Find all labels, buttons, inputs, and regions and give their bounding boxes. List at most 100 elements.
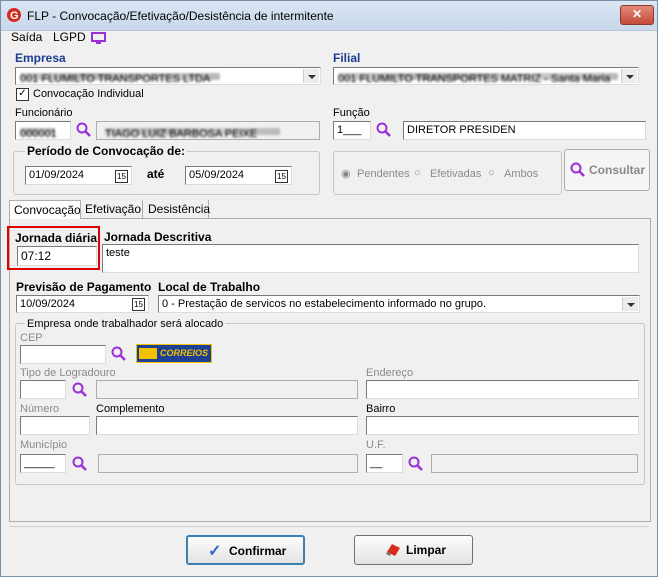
main-window: G FLP - Convocação/Efetivação/Desistênci… [0,0,658,577]
menu-saida[interactable]: Saída [11,30,42,44]
uf-name [431,454,638,473]
tab-convocacao[interactable]: Convocação [9,200,81,220]
monitor-icon[interactable] [91,32,106,45]
search-icon[interactable] [111,346,127,362]
funcao-name-input: DIRETOR PRESIDEN [403,121,646,140]
funcionario-name-input: TIAGO LUIZ BARBOSA PEIXE [96,121,320,140]
bottom-divider [9,526,649,527]
radio-efetivadas[interactable]: ○ [414,167,421,179]
menu-bar: Saída LGPD [1,30,657,48]
uf-code: __ [370,457,383,469]
empresa-select[interactable]: 001 FLUMILTO TRANSPORTES LTDA [15,67,321,85]
funcionario-code: 000001 [20,128,57,140]
close-button[interactable]: ✕ [620,5,654,25]
municipio-code: _____ [24,457,55,469]
periodo-ate-label: até [147,167,165,181]
consultar-label: Consultar [589,163,646,177]
chevron-down-icon[interactable] [621,69,637,83]
empresa-label: Empresa [15,51,66,65]
municipio-label: Município [20,439,68,451]
tipo-logradouro-input[interactable] [20,380,66,399]
previsao-input[interactable]: 10/09/2024 15 [16,295,149,313]
consultar-button[interactable]: Consultar [564,149,650,191]
municipio-name [98,454,358,473]
menu-lgpd[interactable]: LGPD [53,30,86,44]
endereco-input[interactable] [366,380,639,399]
limpar-button[interactable]: Limpar [354,535,473,565]
search-icon [570,162,585,177]
search-icon[interactable] [408,456,424,472]
empresa-value: 001 FLUMILTO TRANSPORTES LTDA [20,73,220,84]
previsao-label: Previsão de Pagamento [16,280,152,294]
cep-label: CEP [20,332,43,344]
periodo-de-input[interactable]: 01/09/2024 15 [25,166,132,185]
radio-ambos[interactable]: ○ [488,167,495,179]
correios-mark-icon [139,348,157,359]
complemento-label: Complemento [96,403,165,415]
bairro-label: Bairro [366,403,396,415]
calendar-icon[interactable]: 15 [115,170,128,183]
tab-desistencia[interactable]: Desistência [144,200,211,219]
funcao-code-input[interactable]: 1___ [333,121,371,140]
local-select[interactable]: 0 - Prestação de servicos no estabelecim… [158,295,640,313]
local-label: Local de Trabalho [158,280,261,294]
jornada-descritiva-value: teste [106,247,130,259]
filial-select[interactable]: 001 FLUMILTO TRANSPORTES MATRIZ - Santa … [333,67,639,85]
convocacao-individual-label: Convocação Individual [33,88,144,100]
jornada-diaria-input[interactable]: 07:12 [17,246,97,266]
checkmark-icon: ✓ [208,543,222,560]
tipo-logradouro-desc [96,380,358,399]
correios-label: CORREIOS [160,348,209,358]
municipio-code-input[interactable]: _____ [20,454,66,473]
numero-label: Número [20,403,60,415]
funcao-label: Função [333,107,370,119]
filial-value: 001 FLUMILTO TRANSPORTES MATRIZ - Santa … [338,73,618,84]
periodo-ate-input[interactable]: 05/09/2024 15 [185,166,292,185]
confirmar-button[interactable]: ✓ Confirmar [186,535,305,565]
periodo-de-value: 01/09/2024 [29,169,85,181]
convocacao-individual-checkbox[interactable]: ✓ [16,88,29,101]
uf-code-input[interactable]: __ [366,454,403,473]
local-value: 0 - Prestação de servicos no estabelecim… [162,298,487,310]
chevron-down-icon[interactable] [622,297,638,311]
alocado-group-label: Empresa onde trabalhador será alocado [25,318,226,330]
search-icon[interactable] [72,382,88,398]
tab-convocacao-label: Convocação [14,203,81,217]
jornada-diaria-label: Jornada diária [15,231,98,245]
tab-efetivacao[interactable]: Efetivação [81,200,143,219]
calendar-icon[interactable]: 15 [132,298,145,311]
numero-input[interactable] [20,416,90,435]
search-icon[interactable] [72,456,88,472]
previsao-value: 10/09/2024 [20,298,76,310]
calendar-icon[interactable]: 15 [275,170,288,183]
funcionario-label: Funcionário [15,107,73,119]
radio-ambos-label: Ambos [504,168,539,180]
radio-pendentes-label: Pendentes [357,168,410,180]
tab-efetivacao-label: Efetivação [85,202,142,216]
limpar-label: Limpar [406,543,447,557]
periodo-ate-value: 05/09/2024 [189,169,245,181]
cep-input[interactable] [20,345,106,364]
filial-label: Filial [333,51,361,65]
title-bar: G FLP - Convocação/Efetivação/Desistênci… [1,1,657,31]
tipo-logradouro-label: Tipo de Logradouro [20,367,116,379]
bairro-input[interactable] [366,416,639,435]
search-icon[interactable] [76,122,92,138]
uf-label: U.F. [366,439,386,451]
chevron-down-icon[interactable] [303,69,319,83]
close-icon: ✕ [631,7,643,21]
jornada-descritiva-input[interactable]: teste [102,244,639,273]
radio-efetivadas-label: Efetivadas [430,168,482,180]
radio-pendentes[interactable]: ◉ [341,167,351,180]
search-icon[interactable] [376,122,392,138]
svg-text:G: G [10,10,19,22]
endereco-label: Endereço [366,367,414,379]
funcionario-code-input[interactable]: 000001 [15,121,71,140]
correios-logo[interactable]: CORREIOS [136,344,212,363]
jornada-diaria-value: 07:12 [21,249,52,263]
window-title: FLP - Convocação/Efetivação/Desistência … [27,9,334,23]
complemento-input[interactable] [96,416,358,435]
jornada-descritiva-label: Jornada Descritiva [104,230,212,244]
funcionario-name: TIAGO LUIZ BARBOSA PEIXE [105,128,280,139]
tab-desistencia-label: Desistência [148,202,211,216]
